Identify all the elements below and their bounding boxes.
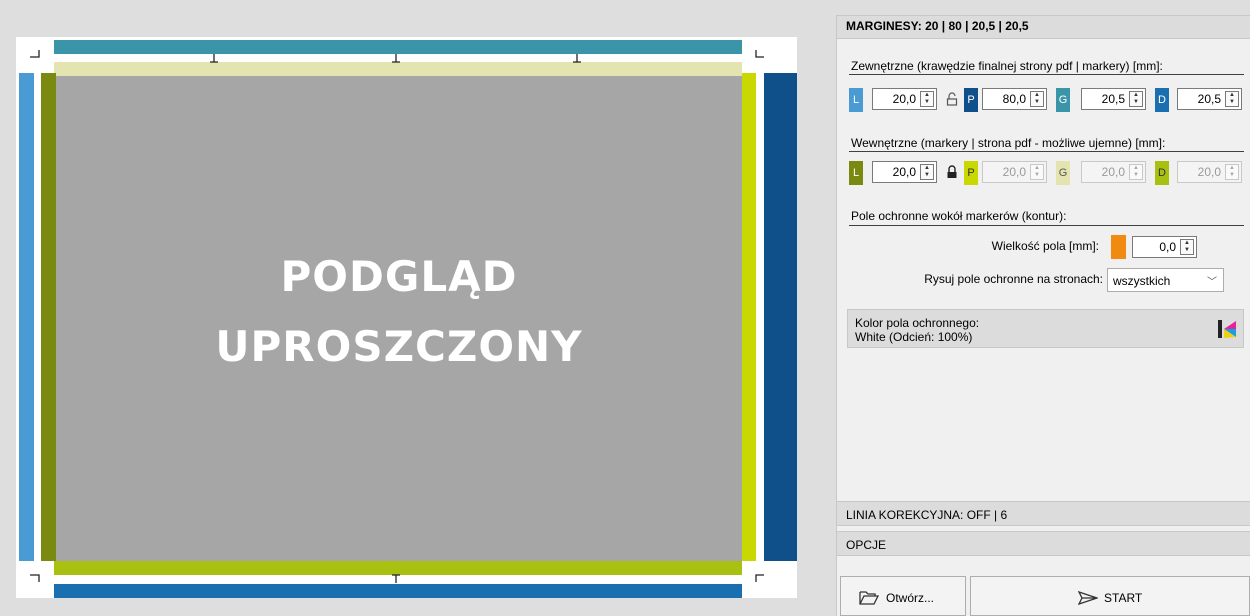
inner-top-stepper: ▲ ▼ bbox=[1129, 164, 1143, 180]
open-button[interactable]: Otwórz... bbox=[840, 576, 966, 616]
outer-left-value: 20,0 bbox=[892, 92, 916, 106]
outer-top-input[interactable]: 20,5 ▲ ▼ bbox=[1081, 88, 1146, 110]
outer-right-swatch: P bbox=[964, 88, 978, 112]
inner-top-input: 20,0 ▲ ▼ bbox=[1081, 161, 1146, 183]
protect-field-label: Pole ochronne wokół markerów (kontur): bbox=[851, 209, 1067, 223]
margins-header[interactable]: MARGINESY: 20 | 80 | 20,5 | 20,5 bbox=[837, 15, 1250, 39]
field-size-value: 0,0 bbox=[1159, 240, 1176, 254]
inner-top-swatch: G bbox=[1056, 161, 1070, 185]
outer-right-input[interactable]: 80,0 ▲ ▼ bbox=[982, 88, 1047, 110]
inner-margins-divider bbox=[849, 151, 1244, 152]
open-button-label: Otwórz... bbox=[886, 591, 935, 605]
field-size-color-swatch[interactable] bbox=[1111, 235, 1126, 259]
protect-color-value: White (Odcień: 100%) bbox=[855, 330, 973, 344]
outer-left-stepper[interactable]: ▲ ▼ bbox=[920, 91, 934, 107]
marker-bottom-1 bbox=[392, 574, 400, 583]
settings-panel: MARGINESY: 20 | 80 | 20,5 | 20,5 Zewnętr… bbox=[836, 15, 1250, 616]
crop-mark-top-left bbox=[30, 50, 40, 58]
draw-field-label: Rysuj pole ochronne na stronach: bbox=[924, 272, 1103, 286]
correction-line-header[interactable]: LINIA KOREKCYJNA: OFF | 6 bbox=[837, 501, 1250, 526]
outer-right-stepper[interactable]: ▲ ▼ bbox=[1030, 91, 1044, 107]
outer-left-swatch: L bbox=[849, 88, 863, 112]
inner-left-value: 20,0 bbox=[892, 165, 916, 179]
crop-mark-bottom-right bbox=[755, 574, 764, 582]
crop-mark-top-right bbox=[755, 50, 764, 58]
outer-left-input[interactable]: 20,0 ▲ ▼ bbox=[872, 88, 937, 110]
marker-top-1 bbox=[210, 54, 218, 63]
outer-right-value: 80,0 bbox=[1002, 92, 1026, 106]
inner-bottom-swatch: D bbox=[1155, 161, 1169, 185]
inner-margins-label: Wewnętrzne (markery | strona pdf - możli… bbox=[851, 136, 1166, 150]
folder-open-icon bbox=[859, 591, 879, 605]
draw-field-dropdown[interactable]: wszystkich ﹀ bbox=[1107, 268, 1224, 292]
start-button-label: START bbox=[1104, 591, 1143, 605]
inner-bottom-value: 20,0 bbox=[1197, 165, 1221, 179]
color-picker-icon[interactable] bbox=[1217, 319, 1237, 339]
crop-mark-bottom-left bbox=[30, 574, 40, 582]
inner-right-stepper: ▲ ▼ bbox=[1030, 164, 1044, 180]
inner-right-swatch: P bbox=[964, 161, 978, 185]
field-size-stepper[interactable]: ▲ ▼ bbox=[1180, 239, 1194, 255]
outer-top-value: 20,5 bbox=[1101, 92, 1125, 106]
inner-right-value: 20,0 bbox=[1002, 165, 1026, 179]
inner-bottom-stepper: ▲ ▼ bbox=[1225, 164, 1239, 180]
outer-margins-label: Zewnętrzne (krawędzie finalnej strony pd… bbox=[851, 59, 1163, 73]
protect-color-label: Kolor pola ochronnego: bbox=[855, 316, 980, 330]
start-button[interactable]: START bbox=[970, 576, 1250, 616]
field-size-label: Wielkość pola [mm]: bbox=[991, 239, 1099, 253]
inner-left-stepper[interactable]: ▲ ▼ bbox=[920, 164, 934, 180]
protect-field-divider bbox=[849, 225, 1244, 226]
unlocked-padlock-icon[interactable] bbox=[945, 92, 959, 108]
outer-margins-divider bbox=[849, 74, 1244, 75]
crop-marks bbox=[30, 50, 764, 583]
outer-bottom-swatch: D bbox=[1155, 88, 1169, 112]
options-header[interactable]: OPCJE bbox=[837, 531, 1250, 556]
field-size-input[interactable]: 0,0 ▲ ▼ bbox=[1132, 236, 1197, 258]
inner-left-input[interactable]: 20,0 ▲ ▼ bbox=[872, 161, 937, 183]
draw-field-selected: wszystkich bbox=[1113, 274, 1171, 288]
outer-bottom-input[interactable]: 20,5 ▲ ▼ bbox=[1177, 88, 1242, 110]
outer-top-stepper[interactable]: ▲ ▼ bbox=[1129, 91, 1143, 107]
inner-top-value: 20,0 bbox=[1101, 165, 1125, 179]
preview-canvas: PODGLĄD UPROSZCZONY bbox=[16, 37, 797, 598]
inner-bottom-input: 20,0 ▲ ▼ bbox=[1177, 161, 1242, 183]
protect-color-box[interactable]: Kolor pola ochronnego: White (Odcień: 10… bbox=[847, 309, 1244, 348]
inner-right-input: 20,0 ▲ ▼ bbox=[982, 161, 1047, 183]
outer-top-swatch: G bbox=[1056, 88, 1070, 112]
chevron-down-icon: ﹀ bbox=[1207, 277, 1217, 288]
paper-plane-icon bbox=[1078, 591, 1098, 605]
marker-top-3 bbox=[573, 54, 581, 63]
outer-bottom-value: 20,5 bbox=[1197, 92, 1221, 106]
inner-left-swatch: L bbox=[849, 161, 863, 185]
marker-top-2 bbox=[392, 54, 400, 63]
locked-padlock-icon[interactable] bbox=[945, 165, 959, 181]
outer-bottom-stepper[interactable]: ▲ ▼ bbox=[1225, 91, 1239, 107]
